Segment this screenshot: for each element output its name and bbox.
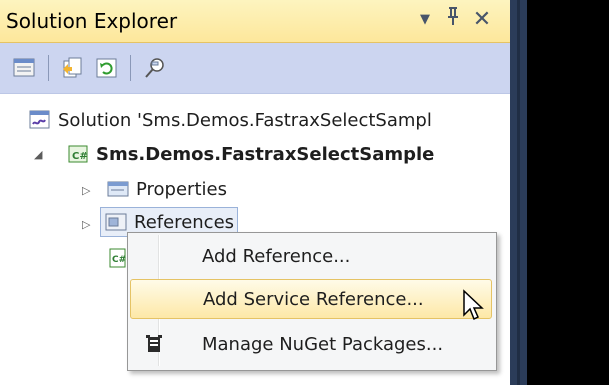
panel-title: Solution Explorer — [6, 9, 178, 33]
menu-item-add-service-reference[interactable]: Add Service Reference... — [130, 279, 492, 319]
toolbar-separator — [130, 55, 131, 81]
editor-splitter — [510, 0, 527, 385]
properties-folder-icon — [106, 178, 130, 200]
toolbar-separator — [48, 55, 49, 81]
editor-area — [527, 0, 609, 385]
csharp-project-icon: C# — [66, 143, 90, 165]
solution-explorer-panel: Solution Explorer ▼ ✕ Solution 'Sms.Demo… — [0, 0, 510, 385]
svg-text:C#: C# — [72, 151, 88, 162]
panel-toolbar — [0, 43, 510, 94]
solution-label: Solution 'Sms.Demos.FastraxSelectSampl — [58, 109, 432, 131]
refresh-icon[interactable] — [92, 53, 122, 83]
project-label: Sms.Demos.FastraxSelectSample — [96, 143, 435, 165]
svg-text:C#: C# — [112, 255, 126, 265]
references-icon — [104, 211, 128, 233]
tree-item-project[interactable]: C# Sms.Demos.FastraxSelectSample — [66, 138, 434, 170]
dropdown-icon[interactable]: ▼ — [413, 6, 437, 34]
properties-label: Properties — [136, 178, 227, 200]
menu-item-label: Add Reference... — [202, 245, 351, 267]
view-class-diagram-icon[interactable] — [140, 53, 170, 83]
properties-icon[interactable] — [10, 53, 40, 83]
expand-arrow-icon[interactable]: ▷ — [82, 184, 90, 197]
tree-item-properties[interactable]: Properties — [106, 173, 227, 205]
menu-item-label: Add Service Reference... — [203, 288, 424, 310]
pin-icon[interactable] — [441, 6, 465, 34]
solution-icon — [28, 109, 52, 131]
mouse-cursor-icon — [462, 289, 486, 325]
collapse-arrow-icon[interactable]: ◢ — [34, 148, 42, 161]
context-menu: Add Reference... Add Service Reference..… — [127, 232, 497, 371]
menu-item-add-reference[interactable]: Add Reference... — [130, 237, 492, 275]
show-all-files-icon[interactable] — [58, 53, 88, 83]
close-icon[interactable]: ✕ — [470, 6, 494, 34]
references-label: References — [134, 211, 235, 233]
expand-arrow-icon[interactable]: ▷ — [82, 218, 90, 231]
tree-item-solution[interactable]: Solution 'Sms.Demos.FastraxSelectSampl — [28, 104, 432, 136]
panel-titlebar[interactable]: Solution Explorer ▼ ✕ — [0, 0, 510, 43]
nuget-icon — [144, 334, 164, 354]
menu-item-manage-nuget-packages[interactable]: Manage NuGet Packages... — [130, 325, 492, 363]
menu-item-label: Manage NuGet Packages... — [202, 333, 444, 355]
